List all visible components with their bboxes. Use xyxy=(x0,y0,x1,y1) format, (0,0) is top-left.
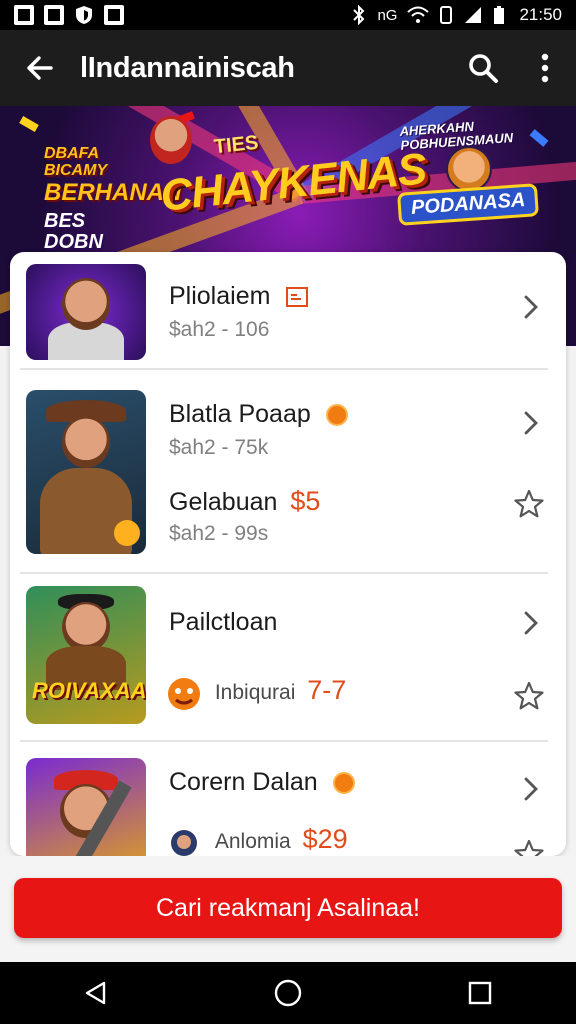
thumb-badge xyxy=(114,520,140,546)
coin-icon xyxy=(325,404,348,427)
star-icon[interactable] xyxy=(513,488,545,520)
item-title: Corern Dalan xyxy=(169,768,355,797)
nav-home-icon xyxy=(274,979,302,1007)
banner-subtitle: TIES xyxy=(212,131,260,159)
back-button[interactable] xyxy=(0,30,80,106)
more-vert-icon xyxy=(541,53,549,83)
banner-left-line3: BES DOBN xyxy=(44,209,103,253)
item-detail: Inbiqurai 7-7 xyxy=(168,674,347,712)
shield-app-icon xyxy=(76,6,92,24)
chevron-right-icon[interactable] xyxy=(518,292,544,322)
item-detail-value: 7-7 xyxy=(307,674,347,705)
chevron-right-icon[interactable] xyxy=(518,774,544,804)
thumb-face xyxy=(62,278,110,330)
bluetooth-icon xyxy=(353,5,365,25)
divider xyxy=(20,572,548,574)
vibrate-icon xyxy=(440,6,453,24)
a-app-icon xyxy=(14,5,34,25)
list-item[interactable]: Corern Dalan Anlomia $29 xyxy=(10,744,566,856)
item-name: Pliolaiem xyxy=(169,282,271,310)
banner-mascot xyxy=(446,146,492,192)
signal-icon xyxy=(465,7,482,23)
list-item[interactable]: Pliolaiem $ah2 - 106 xyxy=(10,252,566,370)
more-options-button[interactable] xyxy=(514,30,576,106)
thumb-face xyxy=(62,602,110,652)
banner-left-line2: BERHANAN xyxy=(44,178,182,206)
nav-recents-icon xyxy=(468,981,492,1005)
page-title: lIndannainiscah xyxy=(80,51,295,84)
game-thumbnail: ROIVAXAAN xyxy=(26,586,146,724)
item-name: Blatla Poaap xyxy=(169,400,311,428)
star-icon[interactable] xyxy=(513,838,545,856)
item-detail-label: Inbiqurai xyxy=(214,680,296,704)
item-title: Blatla Poaap xyxy=(169,400,348,429)
thumb-caption: ROIVAXAAN xyxy=(32,678,146,703)
banner-left-text: DBAFA BICAMY BERHANAN BES DOBN xyxy=(44,145,182,253)
monster-icon xyxy=(168,678,200,710)
item-detail-label: Anlomia xyxy=(214,830,291,853)
nav-back-icon xyxy=(85,981,106,1005)
list-item[interactable]: Blatla Poaap $ah2 - 75k Gelabuan $5 $ah2… xyxy=(10,372,566,572)
item-title: Gelabuan $5 xyxy=(169,486,320,517)
game-list: Pliolaiem $ah2 - 106 Blatla Poaap $ah2 -… xyxy=(10,252,566,856)
network-label: nG xyxy=(377,6,398,24)
item-price: $ah2 - 99s xyxy=(169,522,269,545)
game-thumbnail xyxy=(26,390,146,554)
chevron-right-icon[interactable] xyxy=(518,608,544,638)
image-app-icon xyxy=(44,5,64,25)
status-bar: nG 21:50 xyxy=(0,0,576,30)
nav-back-button[interactable] xyxy=(66,963,126,1023)
cta-area: Cari reakmanj Asalinaa! xyxy=(0,856,576,962)
game-thumbnail xyxy=(26,758,146,856)
thumb-face xyxy=(62,416,110,468)
search-icon xyxy=(469,54,498,83)
confetti xyxy=(19,116,39,132)
item-price: $ah2 - 75k xyxy=(169,436,269,459)
banner-title: CHAYKENAS xyxy=(158,144,429,221)
search-button[interactable] xyxy=(452,30,514,106)
chevron-right-icon[interactable] xyxy=(518,408,544,438)
banner-left-line1: DBAFA BICAMY xyxy=(44,145,108,179)
item-accent-price: $5 xyxy=(290,486,321,516)
item-title: Pliolaiem xyxy=(169,282,309,311)
item-detail-value: $29 xyxy=(302,824,348,854)
item-title: Pailctloan xyxy=(169,608,278,636)
coin-icon xyxy=(332,772,355,795)
clock: 21:50 xyxy=(519,5,562,24)
list-item[interactable]: ROIVAXAAN Pailctloan Inbiqurai 7-7 xyxy=(10,576,566,740)
avatar-icon xyxy=(171,830,197,856)
arrow-left-icon xyxy=(27,56,53,80)
divider xyxy=(20,740,548,742)
nav-home-button[interactable] xyxy=(258,963,318,1023)
item-price: $ah2 - 106 xyxy=(169,318,270,341)
battery-icon xyxy=(494,6,505,24)
item-name: Gelabuan xyxy=(169,488,278,516)
item-detail: Anlomia $29 xyxy=(169,824,348,856)
app-bar: lIndannainiscah xyxy=(0,30,576,106)
send-app-icon xyxy=(104,5,124,25)
star-icon[interactable] xyxy=(513,680,545,712)
cta-button[interactable]: Cari reakmanj Asalinaa! xyxy=(14,878,562,938)
calendar-icon xyxy=(286,287,309,308)
game-thumbnail xyxy=(26,264,146,360)
system-nav-bar xyxy=(0,962,576,1024)
banner-character xyxy=(150,116,192,164)
item-name: Corern Dalan xyxy=(169,768,318,796)
nav-recents-button[interactable] xyxy=(450,963,510,1023)
wifi-icon xyxy=(407,6,430,23)
divider xyxy=(20,368,548,370)
